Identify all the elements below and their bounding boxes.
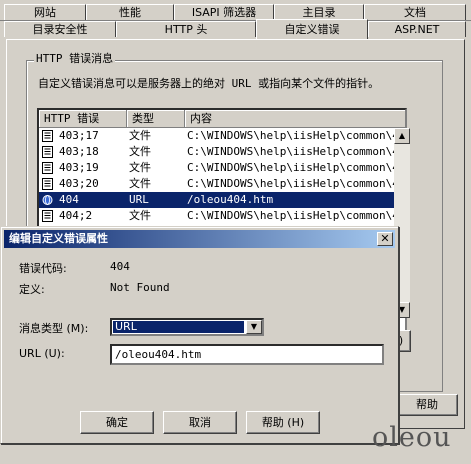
tab-aspnet[interactable]: ASP.NET xyxy=(368,21,466,37)
dialog-title: 编辑自定义错误属性 xyxy=(9,232,108,245)
table-row[interactable]: 403;18 文件 C:\WINDOWS\help\iisHelp\common\4… xyxy=(39,144,405,160)
table-row[interactable]: 403;17 文件 C:\WINDOWS\help\iisHelp\common\4… xyxy=(39,128,405,144)
file-icon xyxy=(42,146,53,158)
definition-value: Not Found xyxy=(110,281,170,294)
ok-button[interactable]: 确定 xyxy=(80,411,154,434)
tab-custom-errors[interactable]: 自定义错误 xyxy=(256,19,368,39)
cell-error-code: 403;20 xyxy=(59,177,99,190)
tab-documents[interactable]: 文档 xyxy=(364,4,466,20)
tab-label: 文档 xyxy=(404,6,426,19)
globe-icon xyxy=(42,194,53,206)
tab-website[interactable]: 网站 xyxy=(4,4,86,20)
cell-content: C:\WINDOWS\help\iisHelp\common\404b.ht xyxy=(187,209,405,222)
definition-label: 定义: xyxy=(19,283,45,296)
watermark-text: oleou xyxy=(372,422,452,453)
file-icon xyxy=(42,178,53,190)
tab-label: 性能 xyxy=(119,6,141,19)
cell-content: C:\WINDOWS\help\iisHelp\common\403.ht xyxy=(187,161,405,174)
column-header-type[interactable]: 类型 xyxy=(127,110,185,128)
cell-content: /oleou404.htm xyxy=(187,193,274,206)
file-icon xyxy=(42,210,53,222)
cell-type: 文件 xyxy=(129,161,151,174)
cancel-button[interactable]: 取消 xyxy=(163,411,237,434)
description-text: 自定义错误消息可以是服务器上的绝对 URL 或指向某个文件的指针。 xyxy=(38,77,380,90)
tab-label: 自定义错误 xyxy=(284,23,340,36)
tab-performance[interactable]: 性能 xyxy=(86,4,174,20)
cell-error-code: 404;2 xyxy=(59,209,93,222)
tab-label: ISAPI 筛选器 xyxy=(191,6,257,19)
message-type-select[interactable]: URL ▼ xyxy=(110,318,264,336)
sheet-help-button[interactable]: 帮助 xyxy=(396,394,458,416)
tab-label: 主目录 xyxy=(302,6,336,19)
file-icon xyxy=(42,130,53,142)
close-icon[interactable]: ✕ xyxy=(377,232,393,246)
scroll-up-icon[interactable]: ▲ xyxy=(394,128,410,144)
tab-label: HTTP 头 xyxy=(164,23,208,36)
cell-error-code: 403;19 xyxy=(59,161,99,174)
cell-type: URL xyxy=(129,193,149,206)
tab-directory-security[interactable]: 目录安全性 xyxy=(4,21,116,37)
tab-home-directory[interactable]: 主目录 xyxy=(274,4,364,20)
cell-type: 文件 xyxy=(129,177,151,190)
message-type-value: URL xyxy=(113,321,244,333)
cell-content: C:\WINDOWS\help\iisHelp\common\403-... xyxy=(187,129,405,142)
cell-content: C:\WINDOWS\help\iisHelp\common\403.ht xyxy=(187,145,405,158)
help-button[interactable]: 帮助 (H) xyxy=(246,411,320,434)
tab-label: 网站 xyxy=(34,6,56,19)
url-input[interactable]: /oleou404.htm xyxy=(110,344,384,365)
tab-http-headers[interactable]: HTTP 头 xyxy=(116,21,256,37)
chevron-down-icon[interactable]: ▼ xyxy=(246,320,262,334)
group-title: HTTP 错误消息 xyxy=(34,50,116,66)
url-label: URL (U): xyxy=(19,347,65,360)
table-row[interactable]: 404;2 文件 C:\WINDOWS\help\iisHelp\common\40… xyxy=(39,208,405,224)
dialog-titlebar[interactable]: 编辑自定义错误属性 ✕ xyxy=(4,230,395,248)
tab-isapi-filters[interactable]: ISAPI 筛选器 xyxy=(174,4,274,20)
cell-content: C:\WINDOWS\help\iisHelp\common\403-... xyxy=(187,177,405,190)
column-header-content[interactable]: 内容 xyxy=(185,110,405,128)
table-row[interactable]: 404 URL/oleou404.htm xyxy=(39,192,405,208)
tab-label: ASP.NET xyxy=(394,23,440,36)
error-code-label: 错误代码: xyxy=(19,262,67,275)
cell-error-code: 403;18 xyxy=(59,145,99,158)
cell-error-code: 404 xyxy=(59,193,79,206)
column-header-error[interactable]: HTTP 错误 xyxy=(39,110,127,128)
cell-type: 文件 xyxy=(129,209,151,222)
table-row[interactable]: 403;19 文件 C:\WINDOWS\help\iisHelp\common\4… xyxy=(39,160,405,176)
file-icon xyxy=(42,162,53,174)
error-code-value: 404 xyxy=(110,260,130,273)
table-row[interactable]: 403;20 文件 C:\WINDOWS\help\iisHelp\common\4… xyxy=(39,176,405,192)
cell-type: 文件 xyxy=(129,129,151,142)
cell-error-code: 403;17 xyxy=(59,129,99,142)
message-type-label: 消息类型 (M): xyxy=(19,322,89,335)
edit-custom-error-dialog: 编辑自定义错误属性 ✕ 错误代码: 404 定义: Not Found 消息类型… xyxy=(0,226,399,444)
cell-type: 文件 xyxy=(129,145,151,158)
tab-label: 目录安全性 xyxy=(32,23,88,36)
